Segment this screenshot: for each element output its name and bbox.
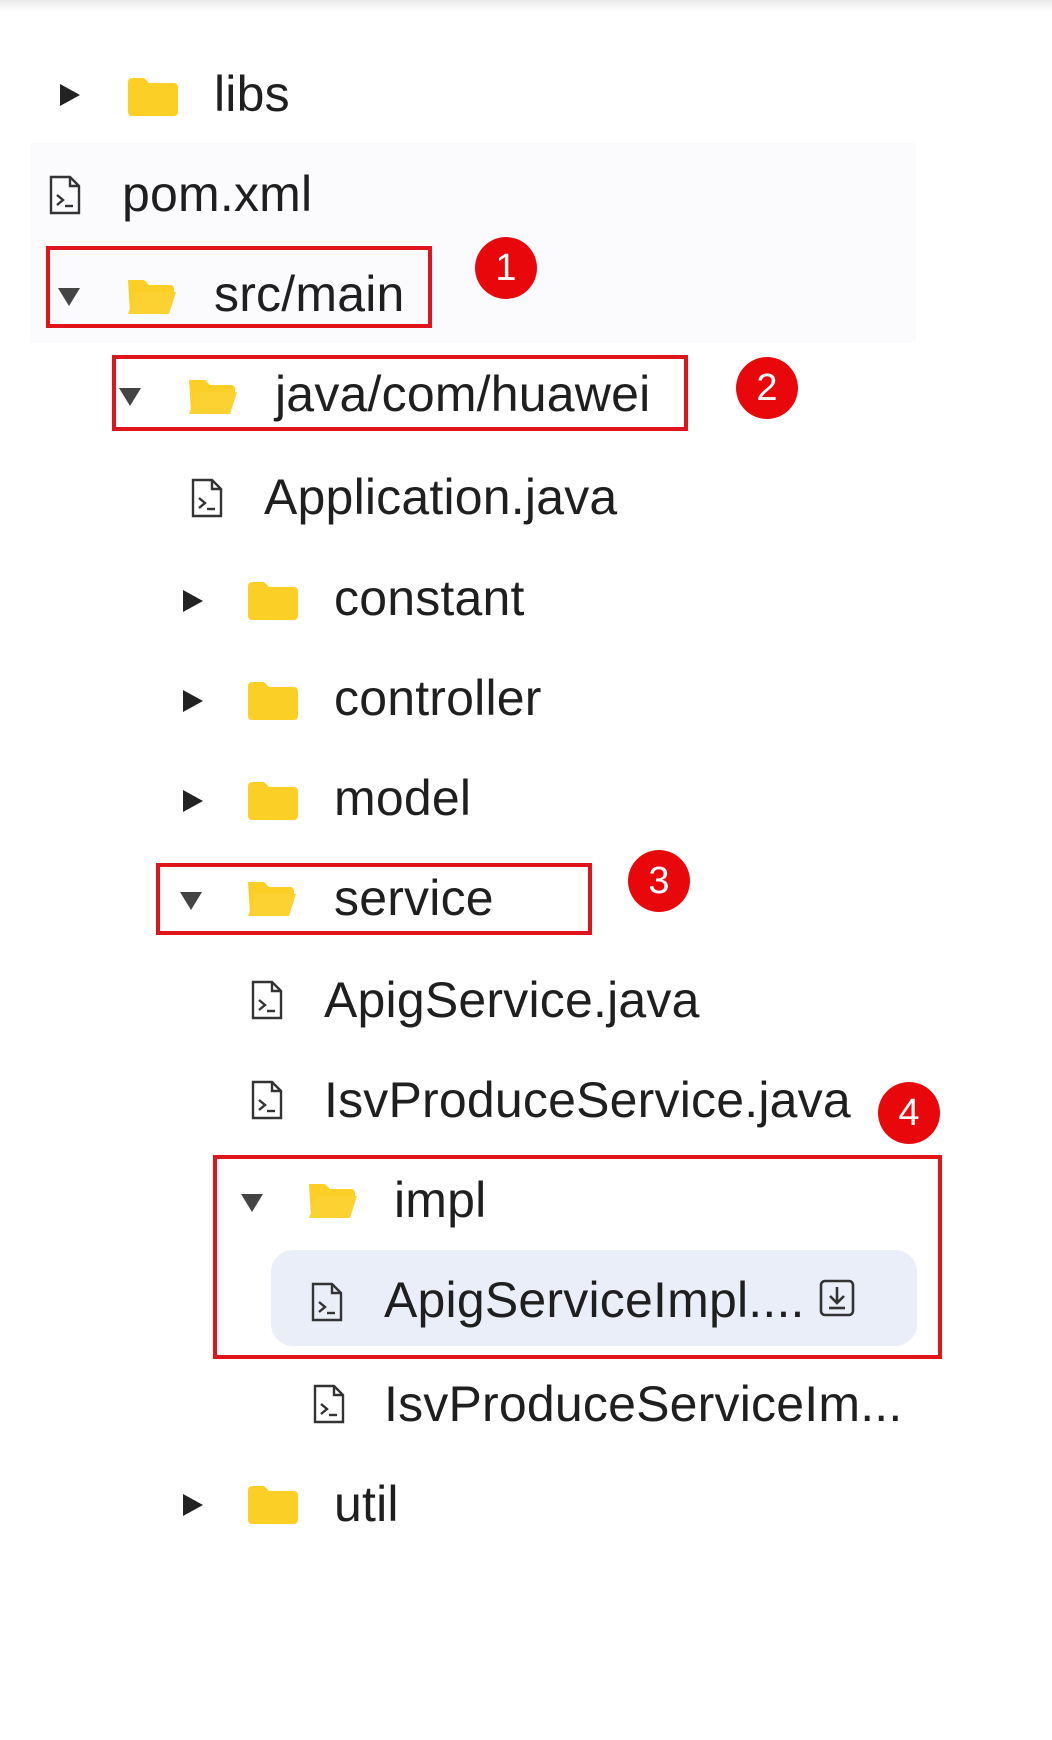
code-file-icon [251,980,283,1020]
annotation-badge-3: 3 [628,850,690,912]
tree-item-pom-xml[interactable]: pom.xml [0,144,1052,244]
annotation-badge-4: 4 [878,1082,940,1144]
annotation-badge-2: 2 [736,357,798,419]
folder-icon [128,78,178,116]
folder-icon [248,1486,298,1524]
tree-item-label: IsvProduceServiceIm... [384,1376,903,1432]
tree-item-isvproduceserviceimpl[interactable]: IsvProduceServiceIm... [0,1348,1052,1448]
tree-item-controller[interactable]: controller [0,646,1052,746]
tree-item-constant[interactable]: constant [0,546,1052,646]
tree-item-model[interactable]: model [0,746,1052,846]
chevron-right-icon[interactable] [183,790,203,812]
chevron-right-icon[interactable] [183,1494,203,1516]
chevron-right-icon[interactable] [183,690,203,712]
chevron-right-icon[interactable] [60,84,80,106]
tree-item-label: constant [334,570,525,626]
folder-icon [248,782,298,820]
annotation-box-2 [112,355,688,431]
tree-item-label: util [334,1476,399,1532]
file-tree: libs pom.xml src/main java/com/huawei Ap… [0,0,1052,1740]
annotation-box-4 [213,1155,942,1359]
tree-item-libs[interactable]: libs [0,44,1052,144]
tree-item-application-java[interactable]: Application.java [0,444,1052,544]
tree-item-label: model [334,770,472,826]
tree-item-label: IsvProduceService.java [324,1072,851,1128]
code-file-icon [49,175,81,215]
tree-item-label: controller [334,670,542,726]
code-file-icon [251,1080,283,1120]
tree-item-label: libs [214,66,290,122]
tree-item-apigservice-java[interactable]: ApigService.java [0,946,1052,1046]
annotation-badge-1: 1 [475,237,537,299]
annotation-box-1 [46,246,432,328]
chevron-right-icon[interactable] [183,590,203,612]
tree-item-label: Application.java [264,469,618,525]
folder-icon [248,582,298,620]
code-file-icon [191,478,223,518]
annotation-box-3 [156,863,592,935]
code-file-icon [313,1384,345,1424]
folder-icon [248,682,298,720]
tree-item-label: ApigService.java [324,972,700,1028]
tree-item-label: pom.xml [122,166,313,222]
tree-item-util[interactable]: util [0,1450,1052,1550]
